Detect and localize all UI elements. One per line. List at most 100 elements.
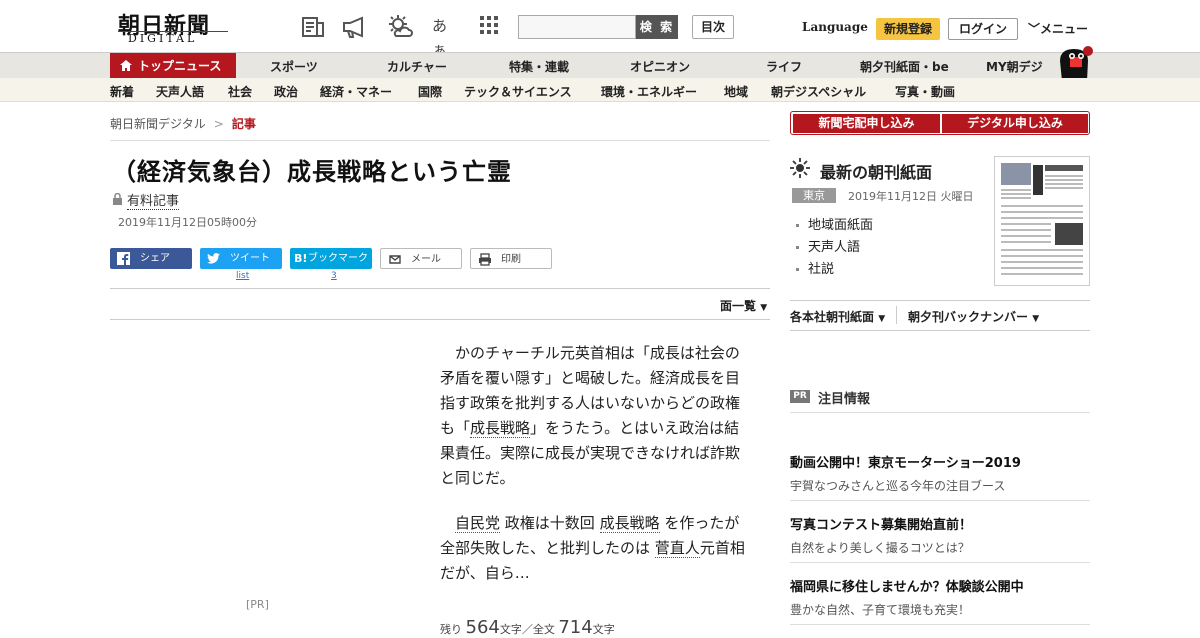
breadcrumb: 朝日新聞デジタル > 記事 xyxy=(110,115,256,132)
backnumber-dropdown[interactable]: 朝夕刊バックナンバー ▼ xyxy=(908,308,1039,325)
breadcrumb-home[interactable]: 朝日新聞デジタル xyxy=(110,117,206,131)
keyword-link[interactable]: 成長戦略 xyxy=(599,514,660,533)
subnav-item-environment[interactable]: 環境・エネルギー xyxy=(601,83,697,100)
digital-subscribe-button[interactable]: デジタル申し込み xyxy=(942,114,1088,133)
divider xyxy=(790,562,1090,563)
subnav-item-tech[interactable]: テック＆サイエンス xyxy=(464,83,572,100)
mail-icon xyxy=(389,255,401,264)
pr-item-headline: 写真コンテスト募集開始直前！ xyxy=(790,518,973,533)
nav-item-opinion[interactable]: オピニオン xyxy=(630,58,690,75)
divider xyxy=(790,330,1090,331)
caret-down-icon: ▼ xyxy=(878,314,886,324)
paper-link-tenseijingo[interactable]: 天声人語 xyxy=(796,236,860,255)
search-input[interactable] xyxy=(518,15,636,39)
home-delivery-button[interactable]: 新聞宅配申し込み xyxy=(793,114,940,133)
pr-item[interactable]: 写真コンテスト募集開始直前！ 自然をより美しく撮るコツとは？ xyxy=(790,514,1090,556)
article-title: （経済気象台）成長戦略という亡霊 xyxy=(112,158,512,186)
dropdown-label: 朝夕刊バックナンバー xyxy=(908,310,1029,324)
divider xyxy=(790,412,1090,413)
divider xyxy=(110,140,770,141)
printer-icon xyxy=(479,253,491,266)
region-badge[interactable]: 東京 xyxy=(792,188,836,203)
nav-item-features[interactable]: 特集・連載 xyxy=(509,58,569,75)
keyword-link[interactable]: 菅直人 xyxy=(654,539,700,558)
newspaper-icon[interactable] xyxy=(300,14,326,40)
page-list-dropdown[interactable]: 面一覧 ▼ xyxy=(720,297,767,314)
subnav-item-photo[interactable]: 写真・動画 xyxy=(895,83,955,100)
paper-link-regional[interactable]: 地域面紙面 xyxy=(796,214,873,233)
sub-nav: 新着 天声人語 社会 政治 経済・マネー 国際 テック＆サイエンス 環境・エネル… xyxy=(0,78,1200,102)
dropdown-label: 各本社朝刊紙面 xyxy=(790,310,875,324)
total-count: 714 xyxy=(558,617,593,638)
article-paragraph: かのチャーチル元英首相は「成長は社会の矛盾を覆い隠す」と喝破した。経済成長を目指… xyxy=(440,341,750,491)
menu-button[interactable]: ﹀メニュー xyxy=(1028,20,1088,37)
newspaper-thumbnail[interactable] xyxy=(994,156,1090,286)
megaphone-icon[interactable] xyxy=(342,14,368,40)
login-button[interactable]: ログイン xyxy=(948,18,1018,40)
tweet-count[interactable]: list xyxy=(236,271,249,281)
hatena-label: ブックマーク xyxy=(308,253,368,264)
subnav-item-new[interactable]: 新着 xyxy=(110,83,134,100)
keyword-link[interactable]: 成長戦略 xyxy=(470,419,531,438)
search-button[interactable]: 検 索 xyxy=(636,15,678,39)
paper-date: 2019年11月12日 火曜日 xyxy=(848,190,974,203)
bullet-icon xyxy=(796,268,799,271)
divider xyxy=(110,319,770,320)
page-list-label: 面一覧 xyxy=(720,299,757,313)
hatena-icon: B! xyxy=(294,252,308,265)
register-button[interactable]: 新規登録 xyxy=(876,18,940,40)
latest-paper-title[interactable]: 最新の朝刊紙面 xyxy=(820,159,932,183)
subnav-item-society[interactable]: 社会 xyxy=(228,83,252,100)
subnav-item-international[interactable]: 国際 xyxy=(418,83,442,100)
subnav-item-tenseijingo[interactable]: 天声人語 xyxy=(156,83,204,100)
pr-item-subtitle: 自然をより美しく撮るコツとは？ xyxy=(790,541,970,555)
subnav-item-economy[interactable]: 経済・マネー xyxy=(320,83,392,100)
pr-item-subtitle: 豊かな自然、子育て環境も充実！ xyxy=(790,603,971,617)
nav-item-culture[interactable]: カルチャー xyxy=(387,58,447,75)
nav-item-top-news[interactable]: トップニュース xyxy=(110,53,236,79)
nav-item-sports[interactable]: スポーツ xyxy=(270,58,318,75)
nav-item-my-asahi[interactable]: MY朝デジ xyxy=(986,58,1043,75)
site-logo-sub[interactable]: DIGITAL xyxy=(128,32,197,45)
subnav-item-region[interactable]: 地域 xyxy=(724,83,748,100)
nav-item-label: トップニュース xyxy=(138,59,222,73)
pr-item[interactable]: 動画公開中！東京モーターショー2019 宇賀なつみさんと巡る今年の注目ブース xyxy=(790,452,1090,494)
twitter-icon xyxy=(207,253,220,264)
main-nav: トップニュース スポーツ カルチャー 特集・連載 オピニオン ライフ 朝夕刊紙面… xyxy=(0,46,1200,81)
menu-label: メニュー xyxy=(1040,22,1089,36)
facebook-share-button[interactable]: シェア xyxy=(110,248,192,269)
mail-button[interactable]: メール xyxy=(380,248,462,269)
subnav-item-politics[interactable]: 政治 xyxy=(274,83,298,100)
pr-item[interactable]: 福岡県に移住しませんか？体験談公開中 豊かな自然、子育て環境も充実！ xyxy=(790,576,1090,618)
weather-icon[interactable] xyxy=(386,14,413,40)
mascot-icon[interactable] xyxy=(1054,43,1094,81)
paid-article-badge[interactable]: 有料記事 xyxy=(112,190,180,210)
apps-grid-icon[interactable] xyxy=(478,14,504,40)
article-date: 2019年11月12日05時00分 xyxy=(118,216,257,229)
pr-section-title: 注目情報 xyxy=(818,392,871,407)
nav-item-paper[interactable]: 朝夕刊紙面・be xyxy=(860,58,949,75)
caret-down-icon: ▼ xyxy=(1032,314,1040,324)
divider xyxy=(790,300,1090,301)
font-size-icon[interactable]: あぁ xyxy=(432,14,458,59)
hatena-bookmark-button[interactable]: B! ブックマーク xyxy=(290,248,372,269)
divider xyxy=(790,500,1090,501)
paper-link-editorial[interactable]: 社説 xyxy=(796,258,834,277)
print-label: 印刷 xyxy=(501,254,521,265)
remaining-char-count: 残り 564文字／全文 714文字 xyxy=(440,617,615,638)
nav-item-life[interactable]: ライフ xyxy=(766,58,802,75)
tweet-button[interactable]: ツイート xyxy=(200,248,282,269)
breadcrumb-current: 記事 xyxy=(231,117,256,131)
hatena-count[interactable]: 3 xyxy=(331,271,337,281)
keyword-link[interactable]: 自民党 xyxy=(455,514,501,533)
bullet-icon xyxy=(796,224,799,227)
subnav-item-special[interactable]: 朝デジスペシャル xyxy=(771,83,866,100)
divider xyxy=(110,288,770,289)
language-link[interactable]: Language xyxy=(802,20,868,34)
remaining-count: 564 xyxy=(465,617,500,638)
print-button[interactable]: 印刷 xyxy=(470,248,552,269)
paper-link-label: 天声人語 xyxy=(808,240,861,255)
breadcrumb-separator: > xyxy=(213,117,224,131)
regional-papers-dropdown[interactable]: 各本社朝刊紙面 ▼ xyxy=(790,308,885,325)
toc-button[interactable]: 目次 xyxy=(692,15,734,39)
